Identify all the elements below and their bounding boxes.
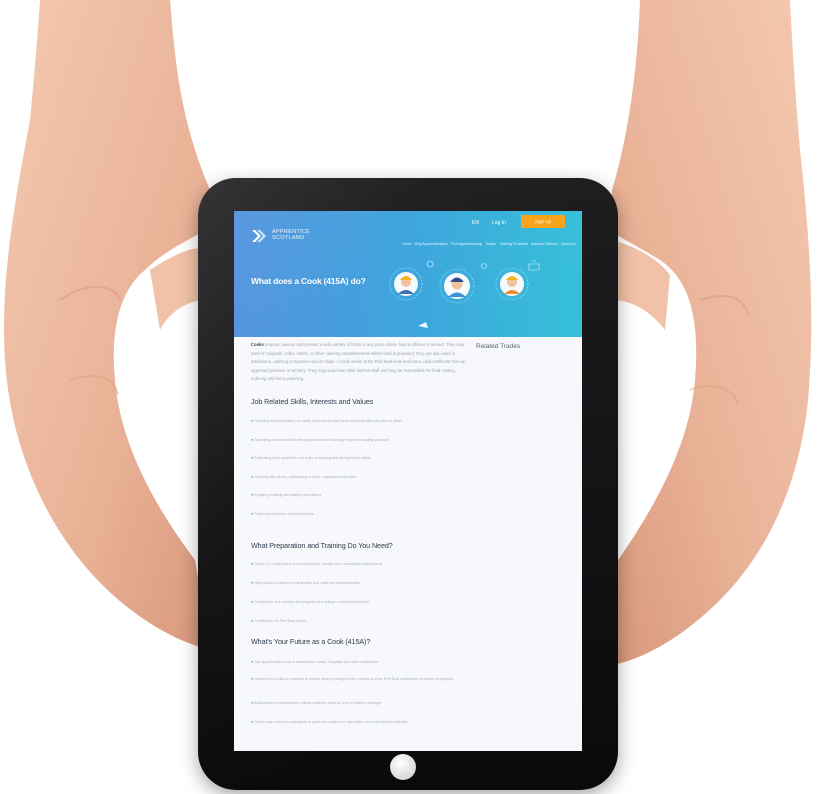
- nav-item[interactable]: Home: [402, 242, 412, 246]
- list-item: ● Grade 12 or equivalent is recommended,…: [251, 562, 382, 566]
- tablet-device: Apprentice Scotland EN Log In Sign Up Ho…: [198, 178, 618, 790]
- list-item: ● Estimating food quantities and costs, …: [251, 456, 371, 460]
- nav-item[interactable]: Training Providers: [499, 242, 528, 246]
- workers-illustration: [389, 260, 540, 328]
- site-logo[interactable]: Apprentice Scotland: [252, 227, 332, 249]
- list-item: ● Cooks may choose to specialize in part…: [251, 720, 408, 724]
- tablet-screen: Apprentice Scotland EN Log In Sign Up Ho…: [234, 211, 582, 751]
- section-title-future: What's Your Future as a Cook (415A)?: [251, 637, 371, 646]
- list-item: ● Completion of a culinary arts program …: [251, 600, 370, 604]
- language-selector[interactable]: EN: [472, 220, 479, 226]
- intro-text: prepare, season and present a wide varie…: [251, 342, 466, 382]
- list-item: ● Enjoying creating and tasting new dish…: [251, 493, 322, 497]
- nav-item[interactable]: Find Apprenticeship: [451, 242, 483, 246]
- nav-item[interactable]: About Us: [561, 242, 576, 246]
- section-title-training: What Preparation and Training Do You Nee…: [251, 541, 393, 550]
- list-item: ● Job opportunities exist in restaurants…: [251, 660, 378, 664]
- hero-banner: Apprentice Scotland EN Log In Sign Up Ho…: [234, 211, 582, 337]
- page-title: What does a Cook (415A) do?: [251, 276, 366, 286]
- content-area: Cooks prepare, season and present a wide…: [234, 337, 582, 751]
- photo-scene: Apprentice Scotland EN Log In Sign Up Ho…: [0, 0, 817, 794]
- list-item: ● Operating commercial kitchen equipment…: [251, 438, 389, 442]
- logo-text: Apprentice Scotland: [272, 229, 311, 241]
- list-item: ● Planning and preparation of meals, men…: [251, 419, 402, 423]
- related-trades-heading: Related Trades: [476, 343, 521, 350]
- list-item: ● Certification for Red Seal trades: [251, 619, 307, 623]
- nav-item[interactable]: Trades: [485, 242, 496, 246]
- section-title-skills: Job Related Skills, Interests and Values: [251, 397, 374, 406]
- list-item: ● Demand for cooks is expected to remain…: [251, 677, 453, 681]
- chevron-logo-icon: [252, 230, 266, 242]
- list-item: ● High school courses in food studies an…: [251, 581, 360, 585]
- login-link[interactable]: Log In: [492, 220, 506, 226]
- home-button[interactable]: [390, 754, 416, 780]
- list-item: ● Following directions and instructions: [251, 512, 314, 516]
- list-item: ● Advancement opportunities include posi…: [251, 701, 382, 705]
- list-item: ● Working with others, maintaining a cle…: [251, 475, 356, 479]
- main-nav: Home Why Apprenticeships Find Apprentice…: [402, 242, 576, 246]
- nav-item[interactable]: Why Apprenticeships: [414, 242, 448, 246]
- nav-item[interactable]: Industry Partners: [531, 242, 558, 246]
- intro-lead: Cooks: [251, 342, 264, 347]
- signup-button[interactable]: Sign Up: [521, 215, 565, 228]
- intro-paragraph: Cooks prepare, season and present a wide…: [251, 341, 469, 384]
